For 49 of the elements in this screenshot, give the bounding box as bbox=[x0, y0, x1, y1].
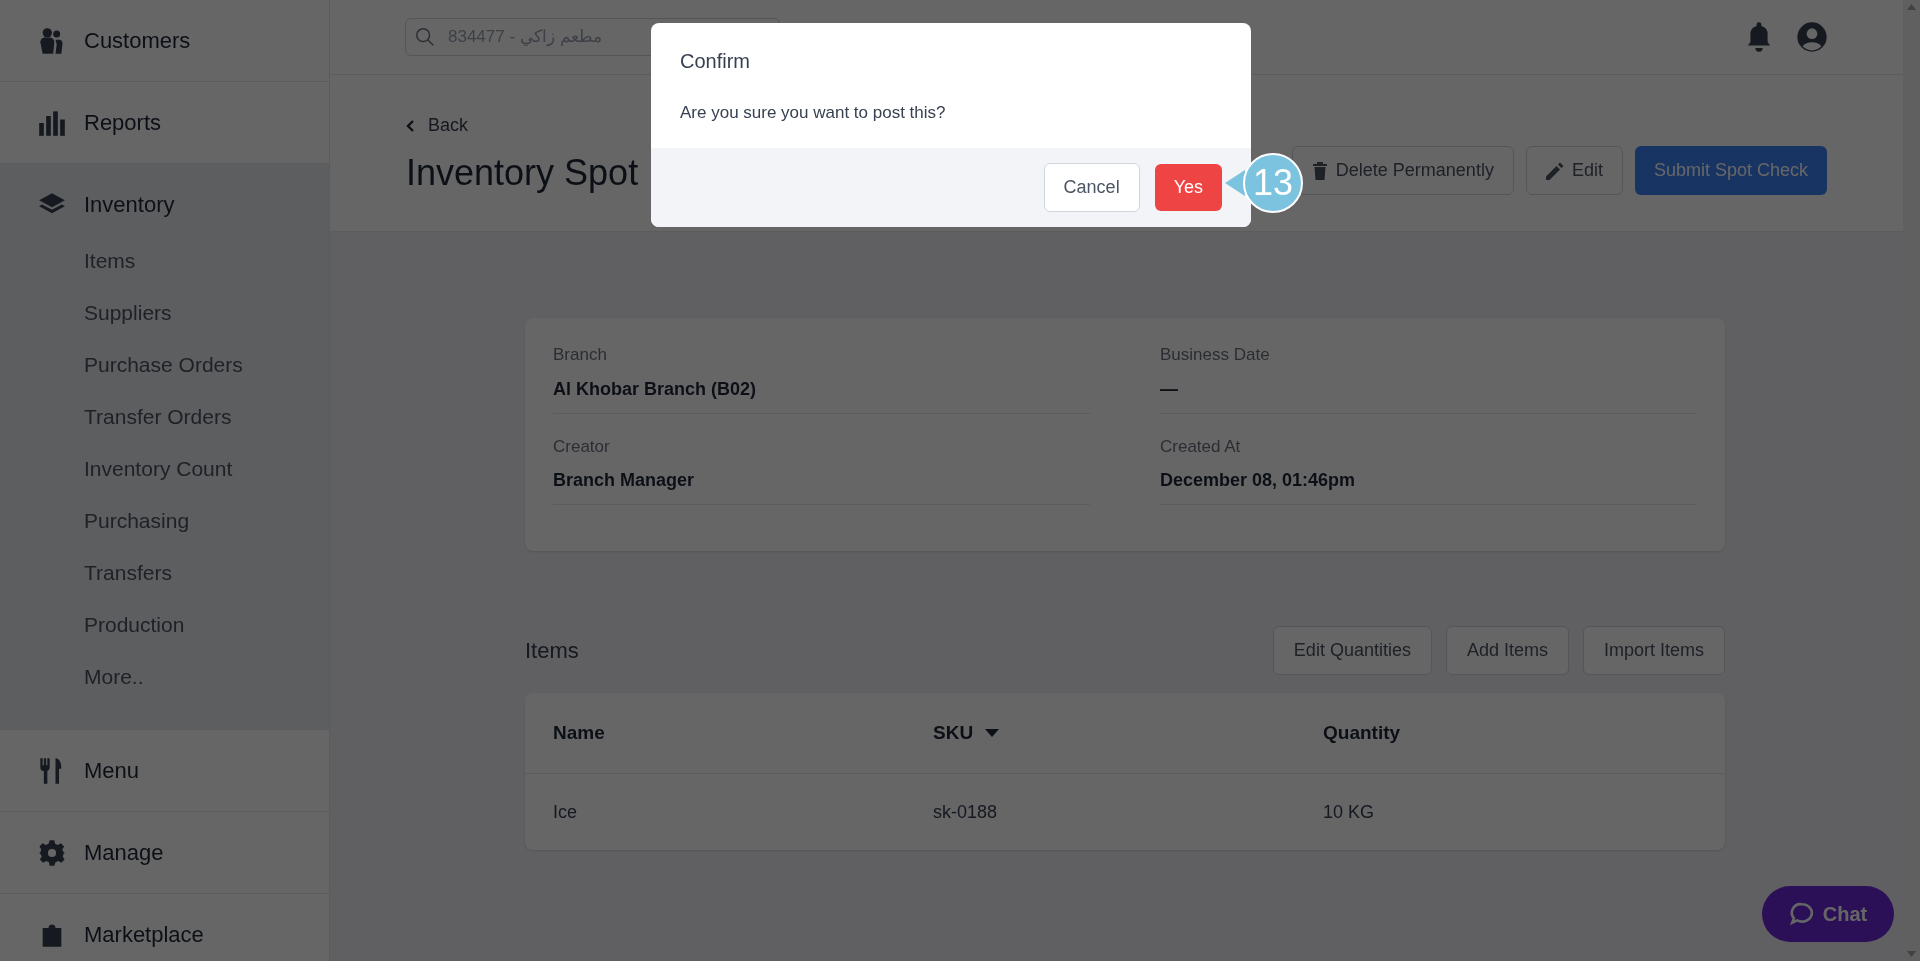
table-cell: Ice bbox=[553, 801, 577, 822]
user-avatar-icon[interactable] bbox=[1796, 21, 1828, 53]
table-cell: 10 KG bbox=[1323, 801, 1375, 822]
sidebar-subitem[interactable]: Suppliers bbox=[0, 287, 329, 339]
sidebar-item[interactable]: Menu bbox=[0, 730, 329, 811]
sidebar-subitem[interactable]: More.. bbox=[0, 651, 329, 703]
bar-chart-icon bbox=[38, 108, 66, 137]
sidebar-subitem[interactable]: Production bbox=[0, 599, 329, 651]
sidebar-subitem[interactable]: Purchasing bbox=[0, 495, 329, 547]
action-button[interactable]: Import Items bbox=[1582, 626, 1725, 675]
gear-icon bbox=[38, 838, 66, 867]
callout-pointer bbox=[1225, 168, 1245, 198]
sort-caret-icon[interactable] bbox=[985, 729, 1000, 737]
cancel-button[interactable]: Cancel bbox=[1043, 163, 1140, 212]
sidebar-subitem[interactable]: Transfers bbox=[0, 547, 329, 599]
field-value: Branch Manager bbox=[553, 469, 696, 492]
search-icon bbox=[414, 26, 436, 48]
field-value: December 08, 01:46pm bbox=[1160, 469, 1357, 492]
sidebar-item[interactable]: Manage bbox=[0, 812, 329, 893]
table-cell: sk-0188 bbox=[933, 801, 998, 822]
sidebar-item[interactable]: Marketplace bbox=[0, 894, 329, 961]
field-label: Branch bbox=[553, 344, 608, 366]
edit-button[interactable]: Edit bbox=[1525, 146, 1623, 195]
sidebar-subitem[interactable]: Transfer Orders bbox=[0, 391, 329, 443]
trash-icon bbox=[1311, 161, 1328, 180]
field-label: Created At bbox=[1160, 435, 1242, 458]
section-title: Items bbox=[525, 637, 579, 665]
confirm-button[interactable]: Yes bbox=[1154, 164, 1222, 211]
chat-bubble-icon bbox=[1788, 901, 1815, 927]
action-button[interactable]: Edit Quantities bbox=[1272, 626, 1432, 675]
action-button[interactable]: Add Items bbox=[1445, 626, 1569, 675]
chat-button[interactable]: Chat bbox=[1762, 886, 1894, 942]
page-title: Inventory Spot bbox=[406, 153, 639, 193]
column-header[interactable]: Quantity bbox=[1323, 718, 1401, 748]
chevron-left-icon bbox=[406, 118, 416, 133]
back-link[interactable]: Back bbox=[406, 112, 639, 139]
sidebar-subitem[interactable]: Purchase Orders bbox=[0, 339, 329, 391]
field-label: Business Date bbox=[1160, 344, 1271, 366]
sidebar-item[interactable]: Reports bbox=[0, 82, 329, 163]
submit-button[interactable]: Submit Spot Check bbox=[1634, 146, 1827, 195]
sidebar-subitem[interactable]: Inventory Count bbox=[0, 443, 329, 495]
column-header[interactable]: Name bbox=[553, 718, 605, 748]
field-label: Creator bbox=[553, 435, 611, 458]
field-value: Al Khobar Branch (B02) bbox=[553, 377, 758, 401]
field-value: — bbox=[1160, 377, 1179, 401]
column-header[interactable]: SKU bbox=[933, 718, 974, 748]
pencil-icon bbox=[1545, 161, 1564, 180]
sidebar-item[interactable]: Customers bbox=[0, 0, 329, 81]
dialog-message: Are you sure you want to post this? bbox=[679, 102, 947, 124]
